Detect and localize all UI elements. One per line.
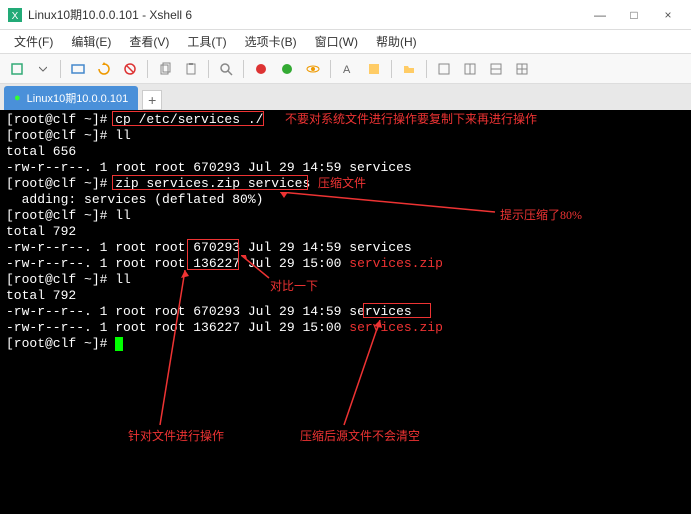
output: -rw-r--r--. 1 root root 670293 Jul 29 14… (6, 304, 349, 319)
new-session-icon[interactable] (6, 58, 28, 80)
menu-help[interactable]: 帮助(H) (368, 31, 425, 52)
menubar: 文件(F) 编辑(E) 查看(V) 工具(T) 选项卡(B) 窗口(W) 帮助(… (0, 30, 691, 54)
annotation-text: 压缩后源文件不会清空 (300, 428, 420, 444)
prompt: [root@clf ~]# (6, 112, 115, 127)
menu-edit[interactable]: 编辑(E) (63, 31, 119, 52)
menu-view[interactable]: 查看(V) (121, 31, 177, 52)
separator (330, 60, 331, 78)
output: total 656 (6, 144, 685, 160)
window-title: Linux10期10.0.0.101 - Xshell 6 (28, 6, 585, 23)
minimize-button[interactable]: — (585, 5, 615, 25)
tab-label: Linux10期10.0.0.101 (27, 90, 129, 106)
tab-indicator: ● (14, 92, 21, 104)
reconnect-icon[interactable] (93, 58, 115, 80)
separator (60, 60, 61, 78)
separator (208, 60, 209, 78)
toolbar: A (0, 54, 691, 84)
command: ll (115, 128, 131, 143)
output: -rw-r--r--. 1 root root (6, 256, 193, 271)
session-tab[interactable]: ● Linux10期10.0.0.101 (4, 86, 138, 110)
output: Jul 29 14:59 services (240, 240, 412, 255)
red-circle-icon[interactable] (250, 58, 272, 80)
output: adding: services (deflated 80%) (6, 192, 685, 208)
add-tab-button[interactable]: + (142, 90, 162, 110)
separator (147, 60, 148, 78)
layout1-icon[interactable] (433, 58, 455, 80)
command: ll (115, 272, 131, 287)
terminal[interactable]: [root@clf ~]# cp /etc/services ./ [root@… (0, 110, 691, 514)
highlight-box (112, 111, 264, 126)
filename: services.zip (349, 256, 443, 271)
annotation-text: 提示压缩了80% (500, 207, 582, 223)
output: -rw-r--r--. 1 root root 136227 Jul 29 15… (6, 320, 349, 335)
search-icon[interactable] (215, 58, 237, 80)
output: -rw-r--r--. 1 root root (6, 240, 193, 255)
prompt: [root@clf ~]# (6, 176, 115, 191)
annotation-text: 针对文件进行操作 (128, 428, 224, 444)
layout2-icon[interactable] (459, 58, 481, 80)
filename: services.zip (349, 320, 443, 335)
cursor-block (115, 337, 123, 351)
eye-icon[interactable] (302, 58, 324, 80)
font-icon[interactable]: A (337, 58, 359, 80)
separator (243, 60, 244, 78)
separator (426, 60, 427, 78)
dropdown-icon[interactable] (32, 58, 54, 80)
command: ll (115, 208, 131, 223)
green-circle-icon[interactable] (276, 58, 298, 80)
prompt: [root@clf ~]# (6, 128, 115, 143)
prompt: [root@clf ~]# (6, 336, 115, 351)
disconnect-icon[interactable] (119, 58, 141, 80)
maximize-button[interactable]: □ (619, 5, 649, 25)
annotation-text: 对比一下 (270, 278, 318, 294)
highlight-box (112, 175, 308, 190)
layout3-icon[interactable] (485, 58, 507, 80)
layout4-icon[interactable] (511, 58, 533, 80)
close-button[interactable]: × (653, 5, 683, 25)
annotation-text: 不要对系统文件进行操作要复制下来再进行操作 (285, 111, 537, 127)
separator (391, 60, 392, 78)
highlight-box (363, 303, 431, 318)
tab-bar: ● Linux10期10.0.0.101 + (0, 84, 691, 110)
highlight-box (187, 239, 239, 270)
menu-file[interactable]: 文件(F) (6, 31, 61, 52)
paste-icon[interactable] (180, 58, 202, 80)
menu-tools[interactable]: 工具(T) (179, 31, 234, 52)
svg-text:X: X (12, 11, 19, 22)
output: Jul 29 15:00 (240, 256, 349, 271)
folder-icon[interactable] (398, 58, 420, 80)
menu-window[interactable]: 窗口(W) (307, 31, 366, 52)
sessions-icon[interactable] (67, 58, 89, 80)
copy-icon[interactable] (154, 58, 176, 80)
menu-tabs[interactable]: 选项卡(B) (237, 31, 305, 52)
output: total 792 (6, 224, 685, 240)
prompt: [root@clf ~]# (6, 208, 115, 223)
prompt: [root@clf ~]# (6, 272, 115, 287)
output: total 792 (6, 288, 685, 304)
app-icon: X (8, 8, 22, 22)
output: -rw-r--r--. 1 root root 670293 Jul 29 14… (6, 160, 685, 176)
window-titlebar: X Linux10期10.0.0.101 - Xshell 6 — □ × (0, 0, 691, 30)
window-controls: — □ × (585, 5, 683, 25)
svg-text:A: A (343, 64, 351, 76)
annotation-text: 压缩文件 (318, 175, 366, 191)
color-icon[interactable] (363, 58, 385, 80)
